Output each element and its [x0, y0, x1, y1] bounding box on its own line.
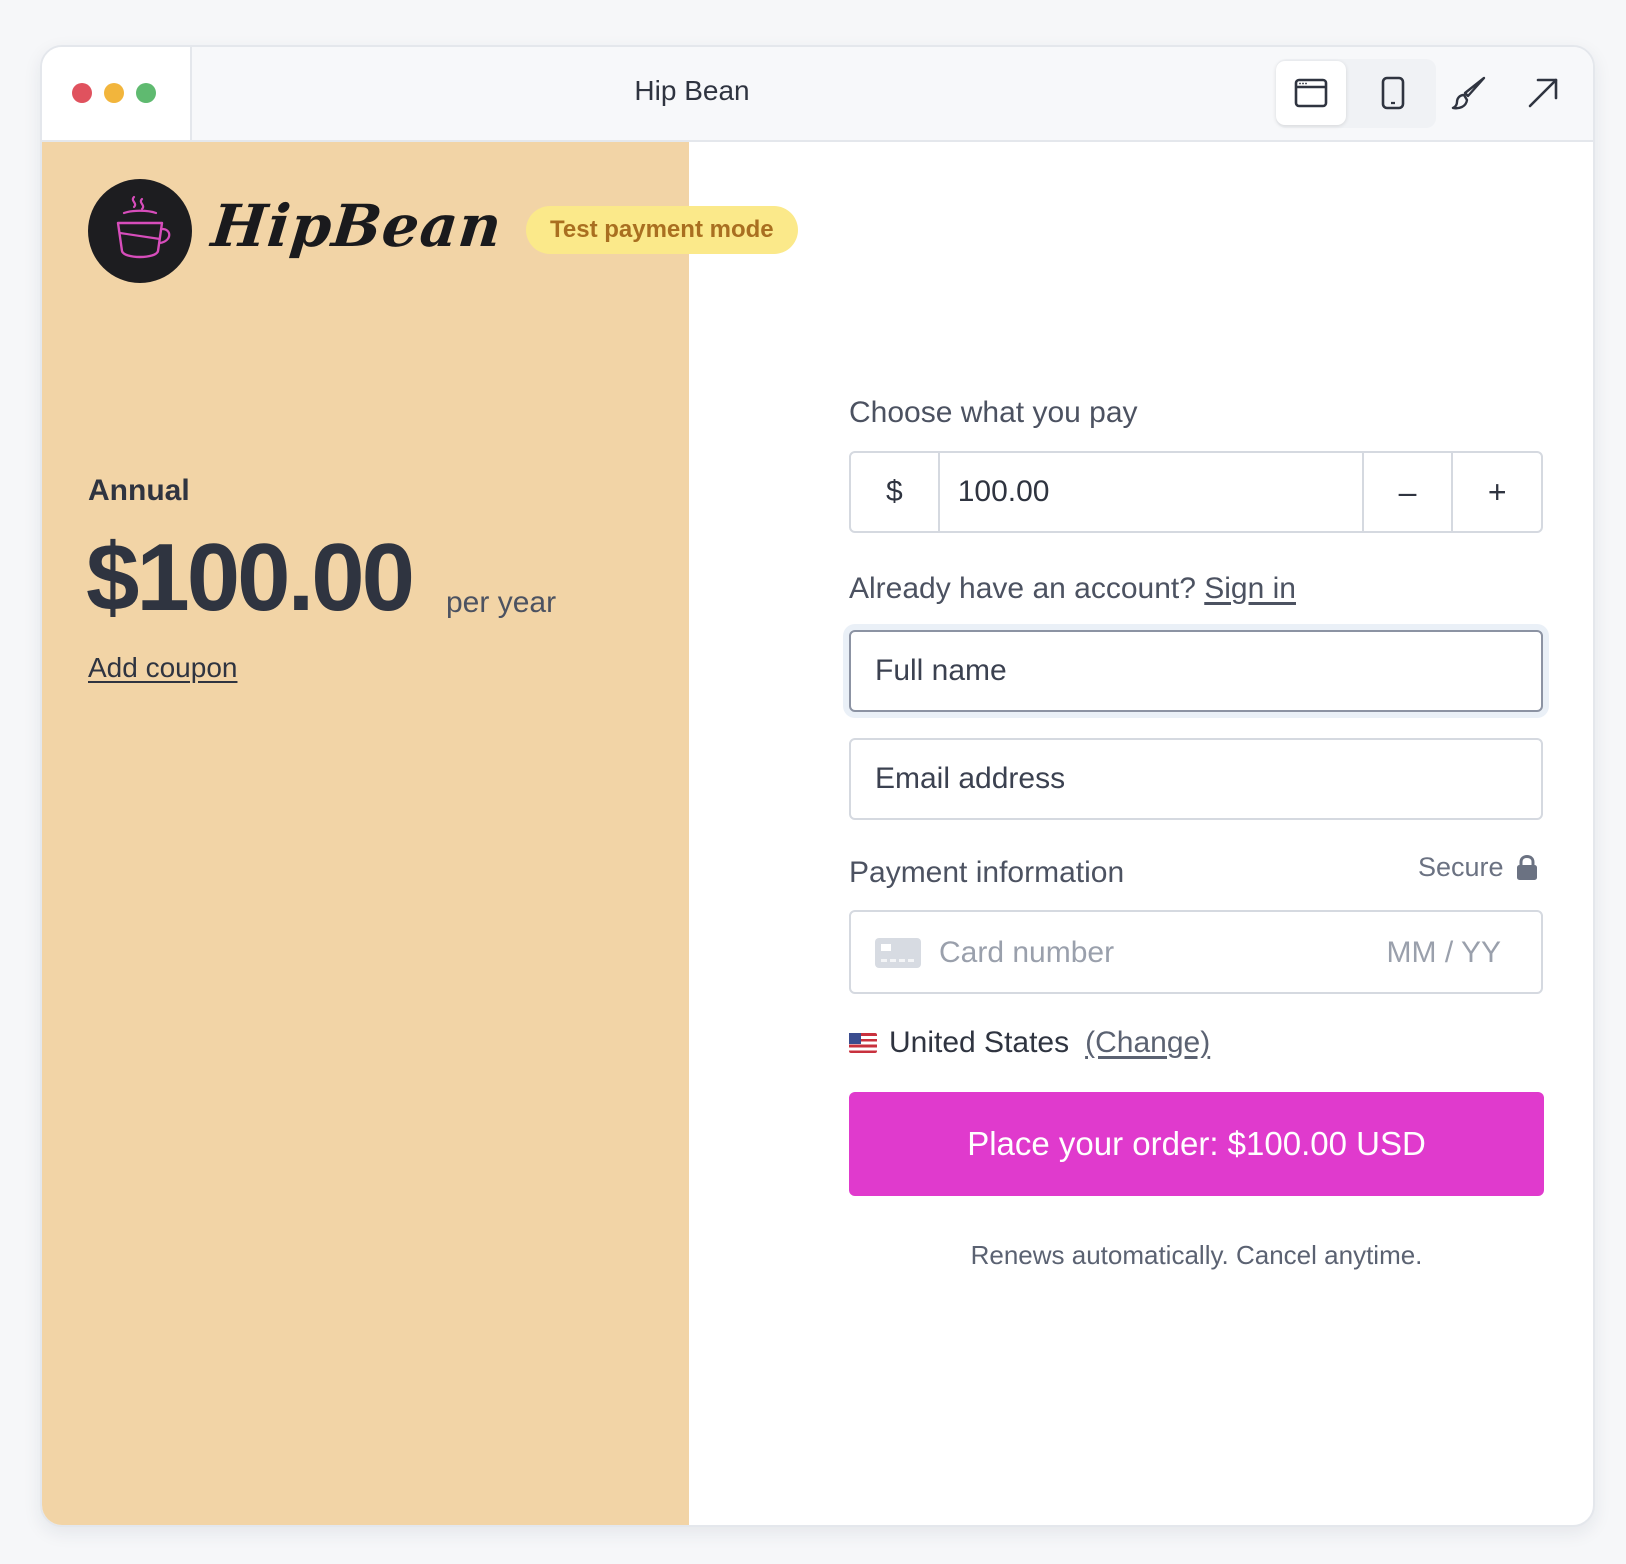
product-summary-panel [42, 142, 689, 1525]
card-expiry-input[interactable]: MM / YY [1387, 936, 1501, 970]
plan-name: Annual [88, 474, 190, 507]
sign-in-link[interactable]: Sign in [1204, 572, 1296, 605]
titlebar: Hip Bean [42, 47, 1593, 142]
payment-info-label: Payment information [849, 856, 1125, 889]
close-window-button[interactable] [72, 83, 92, 103]
window-controls [42, 47, 192, 140]
plan-price: $100.00 [86, 524, 415, 631]
browser-window-icon [1294, 78, 1328, 108]
country-selector: United States (Change) [849, 1026, 1210, 1060]
currency-symbol: $ [851, 453, 940, 531]
add-coupon-link[interactable]: Add coupon [88, 652, 237, 684]
credit-card-icon [875, 938, 921, 968]
secure-indicator: Secure [1418, 852, 1538, 883]
country-name: United States [889, 1026, 1070, 1059]
change-country-link[interactable]: (Change) [1085, 1026, 1210, 1060]
open-in-new-button[interactable] [1508, 61, 1578, 125]
mobile-view-button[interactable] [1358, 61, 1428, 125]
desktop-view-button[interactable] [1276, 61, 1346, 125]
full-name-field[interactable] [849, 630, 1543, 712]
arrow-up-right-icon [1528, 78, 1558, 108]
us-flag-icon [849, 1033, 877, 1053]
account-prompt: Already have an account? Sign in [849, 572, 1296, 606]
pwyw-label: Choose what you pay [849, 396, 1138, 429]
account-prompt-text: Already have an account? [849, 572, 1196, 605]
secure-label: Secure [1418, 852, 1504, 882]
window-title: Hip Bean [634, 75, 750, 106]
amount-input[interactable] [939, 453, 1362, 531]
lock-icon [1516, 854, 1537, 880]
email-field[interactable] [849, 738, 1543, 820]
coffee-cup-icon [116, 195, 171, 259]
maximize-window-button[interactable] [136, 83, 156, 103]
increment-button[interactable]: + [1451, 453, 1541, 531]
minimize-window-button[interactable] [104, 83, 124, 103]
customize-button[interactable] [1434, 61, 1504, 125]
billing-period: per year [446, 586, 557, 619]
brand-wordmark: HipBean [208, 192, 506, 260]
brand-logo [88, 179, 192, 283]
card-number-input[interactable]: Card number [939, 936, 1114, 970]
pay-what-you-want-field: $ – + [849, 451, 1543, 533]
decrement-button[interactable]: – [1361, 453, 1452, 531]
mobile-phone-icon [1381, 76, 1405, 110]
place-order-button[interactable]: Place your order: $100.00 USD [849, 1092, 1544, 1196]
paintbrush-icon [1451, 76, 1486, 110]
test-mode-badge: Test payment mode [526, 206, 798, 254]
card-details-field[interactable]: Card number MM / YY [849, 910, 1543, 994]
renewal-note: Renews automatically. Cancel anytime. [970, 1240, 1423, 1270]
